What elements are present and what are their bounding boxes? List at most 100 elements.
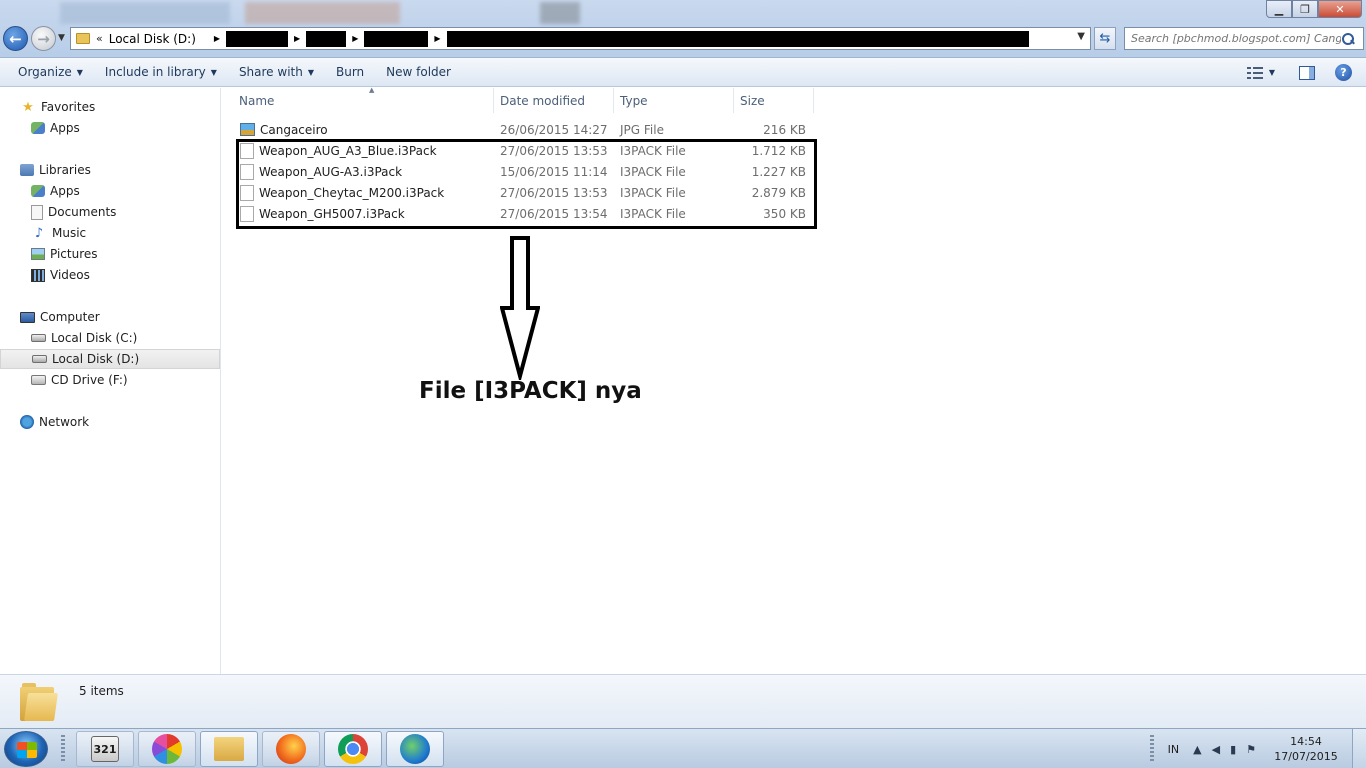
close-button[interactable]: ✕: [1318, 0, 1362, 18]
breadcrumb-arrow-icon[interactable]: ▶: [294, 34, 300, 43]
address-bar[interactable]: « Local Disk (D:) ▶ ▶ ▶ ▶ ▼: [70, 27, 1091, 50]
music-icon: ♪: [34, 225, 44, 241]
file-type: JPG File: [620, 122, 664, 137]
redacted-breadcrumb: [226, 30, 289, 47]
nav-disk-c[interactable]: Local Disk (C:): [0, 328, 220, 348]
folder-icon: [20, 683, 58, 721]
search-box[interactable]: [1124, 27, 1364, 50]
computer-icon: [20, 311, 35, 323]
nav-disk-d[interactable]: Local Disk (D:): [0, 349, 220, 369]
windows-logo-icon: [17, 742, 37, 758]
refresh-button[interactable]: ⇆: [1094, 27, 1116, 50]
nav-videos-label: Videos: [50, 268, 90, 282]
search-icon[interactable]: [1341, 32, 1355, 46]
start-button[interactable]: [4, 731, 48, 767]
language-indicator[interactable]: IN: [1168, 743, 1179, 756]
nav-favorites-apps-label: Apps: [50, 121, 80, 135]
annotation-caption: File [I3PACK] nya: [419, 378, 642, 404]
window-controls: ▁ ❐ ✕: [1266, 0, 1362, 18]
show-hidden-icons-icon[interactable]: ▲: [1193, 743, 1201, 756]
taskbar-grip[interactable]: [61, 735, 65, 763]
column-header-name[interactable]: ▲ Name: [233, 86, 494, 113]
nav-libraries[interactable]: Libraries: [0, 160, 220, 180]
highlight-box-annotation: [236, 139, 817, 229]
column-name-label: Name: [239, 93, 275, 108]
taskbar-app-picasa[interactable]: [138, 731, 196, 767]
nav-favorites-apps[interactable]: Apps: [0, 118, 220, 138]
nav-lib-apps[interactable]: Apps: [0, 181, 220, 201]
minimize-button[interactable]: ▁: [1266, 0, 1292, 18]
back-arrow-icon: ←: [9, 29, 22, 48]
apps-icon: [31, 185, 45, 197]
hard-disk-icon: [31, 334, 46, 342]
nav-computer[interactable]: Computer: [0, 307, 220, 327]
nav-documents[interactable]: Documents: [0, 202, 220, 222]
nav-lib-apps-label: Apps: [50, 184, 80, 198]
new-folder-button[interactable]: New folder: [375, 60, 462, 85]
nav-cd-drive-label: CD Drive (F:): [51, 373, 128, 387]
search-input[interactable]: [1131, 32, 1341, 45]
column-header-type[interactable]: Type: [614, 88, 734, 113]
share-with-label: Share with: [238, 65, 303, 79]
maximize-button[interactable]: ❐: [1292, 0, 1318, 18]
help-icon[interactable]: ?: [1335, 64, 1352, 81]
include-in-library-button[interactable]: Include in library ▼: [94, 60, 228, 85]
nav-cd-drive[interactable]: CD Drive (F:): [0, 370, 220, 390]
back-button[interactable]: ←: [3, 26, 28, 51]
network-signal-icon[interactable]: ▮: [1230, 743, 1236, 756]
address-dropdown[interactable]: ▼: [1077, 31, 1085, 42]
change-view-icon[interactable]: [1246, 66, 1263, 79]
breadcrumb-overflow[interactable]: «: [96, 32, 103, 45]
column-header-date[interactable]: Date modified: [494, 88, 614, 113]
taskbar-app-idm[interactable]: [386, 731, 444, 767]
nav-music-label: Music: [52, 226, 87, 240]
breadcrumb-arrow-icon[interactable]: ▶: [352, 34, 358, 43]
taskbar-app-chrome[interactable]: [324, 731, 382, 767]
clock-time: 14:54: [1290, 735, 1322, 748]
action-center-flag-icon[interactable]: ⚑: [1246, 743, 1256, 756]
organize-label: Organize: [18, 65, 72, 79]
taskbar-app-firefox[interactable]: [262, 731, 320, 767]
recent-pages-dropdown[interactable]: ▼: [58, 33, 65, 43]
taskbar-app-explorer[interactable]: [200, 731, 258, 767]
organize-button[interactable]: Organize ▼: [7, 60, 94, 85]
file-row[interactable]: Cangaceiro 26/06/2015 14:27 JPG File 216…: [236, 119, 816, 140]
windows-explorer-icon: [214, 737, 244, 761]
taskbar-app-321[interactable]: 321: [76, 731, 134, 767]
forward-button[interactable]: →: [31, 26, 56, 51]
nav-music[interactable]: ♪ Music: [0, 223, 220, 243]
clock-date: 17/07/2015: [1274, 750, 1338, 763]
nav-network[interactable]: Network: [0, 412, 220, 432]
clock[interactable]: 14:54 17/07/2015: [1266, 734, 1346, 764]
navigation-pane: ★ Favorites Apps Libraries Apps Documents…: [0, 88, 221, 674]
pictures-icon: [31, 248, 45, 260]
chevron-down-icon: ▼: [307, 67, 314, 77]
column-header-size[interactable]: Size: [734, 88, 814, 113]
videos-icon: [31, 268, 45, 282]
breadcrumb-arrow-icon[interactable]: ▶: [214, 34, 220, 43]
redacted-breadcrumb: [306, 30, 347, 47]
file-name-cell[interactable]: Cangaceiro: [240, 119, 328, 140]
tray-grip[interactable]: [1149, 735, 1154, 763]
preview-pane-icon[interactable]: [1299, 65, 1315, 80]
background-window-tabs: [60, 2, 580, 24]
nav-computer-label: Computer: [40, 310, 100, 324]
burn-button[interactable]: Burn: [325, 60, 375, 85]
chevron-down-icon[interactable]: ▼: [1269, 68, 1275, 77]
show-desktop-button[interactable]: [1352, 729, 1366, 768]
documents-icon: [31, 204, 43, 220]
nav-disk-c-label: Local Disk (C:): [51, 331, 138, 345]
firefox-icon: [276, 734, 306, 764]
nav-videos[interactable]: Videos: [0, 265, 220, 285]
cd-drive-icon: [31, 375, 46, 385]
nav-disk-d-label: Local Disk (D:): [52, 352, 140, 366]
share-with-button[interactable]: Share with ▼: [228, 60, 325, 85]
breadcrumb-root[interactable]: Local Disk (D:): [109, 32, 196, 46]
volume-icon[interactable]: ◀: [1212, 743, 1220, 756]
details-pane: 5 items: [0, 674, 1366, 728]
star-icon: ★: [22, 99, 34, 115]
system-tray: IN ▲ ◀ ▮ ⚑ 14:54 17/07/2015: [1149, 729, 1366, 768]
nav-pictures[interactable]: Pictures: [0, 244, 220, 264]
nav-favorites[interactable]: ★ Favorites: [0, 97, 220, 117]
breadcrumb-arrow-icon[interactable]: ▶: [434, 34, 440, 43]
